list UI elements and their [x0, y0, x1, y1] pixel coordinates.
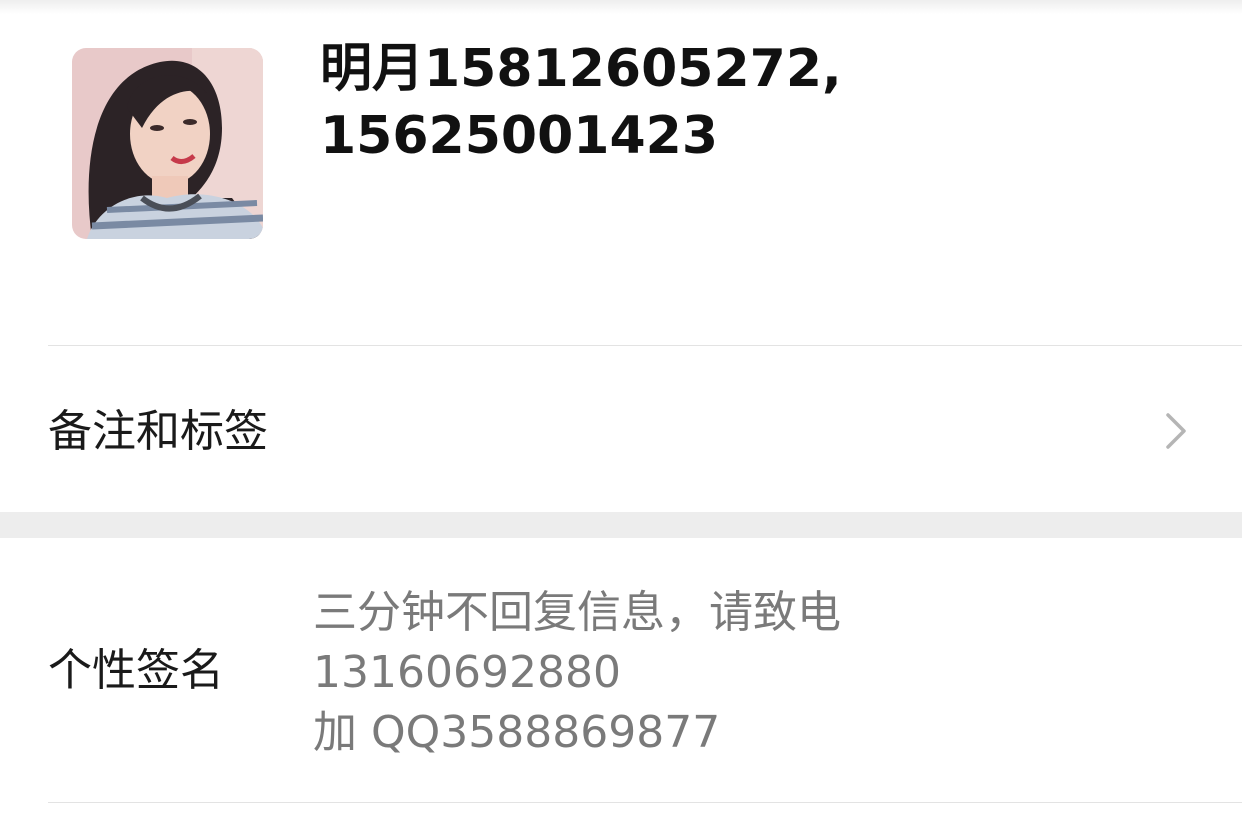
- divider: [48, 802, 1242, 803]
- profile-header: 明月15812605272, 15625001423: [0, 0, 1242, 345]
- display-name-line-1: 明月15812605272,: [320, 39, 842, 99]
- section-gap: [0, 512, 1242, 538]
- signature-line: 13160692880: [313, 647, 621, 698]
- remarks-and-tags-label: 备注和标签: [48, 406, 268, 457]
- signature-line: 加 QQ3588869877: [313, 707, 721, 758]
- signature-row: 个性签名 三分钟不回复信息，请致电 13160692880 加 QQ358886…: [0, 538, 1242, 802]
- avatar[interactable]: [72, 48, 263, 239]
- signature-value: 三分钟不回复信息，请致电 13160692880 加 QQ3588869877: [313, 583, 1213, 763]
- contact-display-name: 明月15812605272, 15625001423: [320, 36, 1200, 170]
- signature-line: 三分钟不回复信息，请致电: [313, 587, 841, 638]
- display-name-line-2: 15625001423: [320, 106, 718, 166]
- remarks-and-tags-row[interactable]: 备注和标签: [0, 346, 1242, 512]
- chevron-right-icon: [1162, 411, 1192, 451]
- profile-photo-icon: [72, 48, 263, 239]
- contact-profile-page: 明月15812605272, 15625001423 备注和标签 个性签名 三分…: [0, 0, 1242, 840]
- signature-label: 个性签名: [48, 645, 224, 696]
